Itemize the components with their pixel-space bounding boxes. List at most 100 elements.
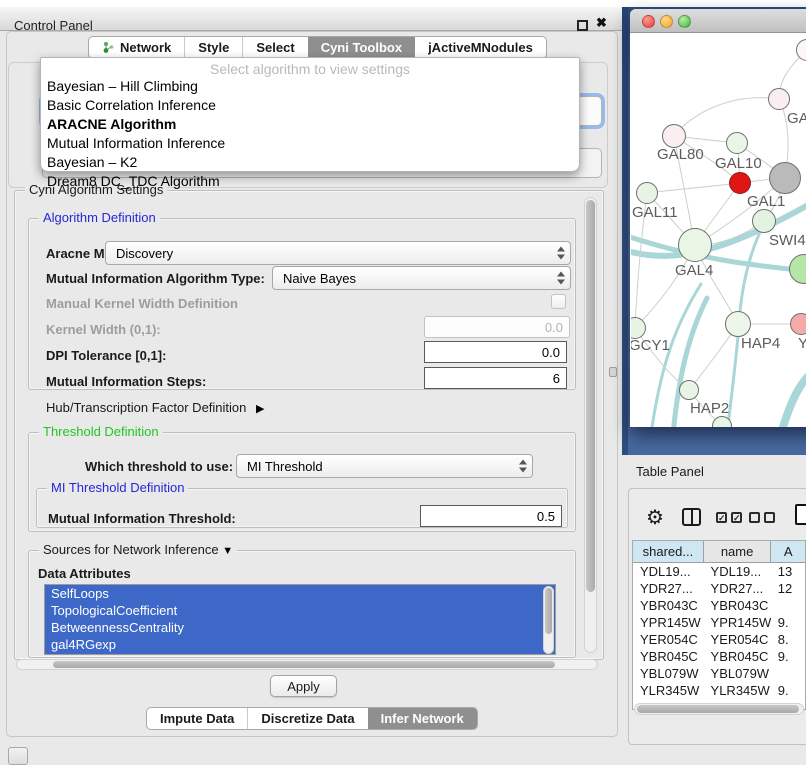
network-node-hap2[interactable] (679, 380, 699, 400)
settings-scrollbar[interactable] (584, 197, 597, 653)
restore-panel-button[interactable] (8, 747, 28, 765)
kernel-width-field[interactable]: 0.0 (424, 316, 570, 338)
zoom-window-icon[interactable] (678, 15, 691, 28)
tab-style[interactable]: Style (184, 37, 242, 58)
network-node-pink[interactable] (790, 313, 806, 335)
tab-infer-network[interactable]: Infer Network (368, 708, 477, 729)
network-icon (102, 41, 115, 54)
network-node-gal1-selected[interactable] (729, 172, 751, 194)
which-threshold-label: Which threshold to use: (85, 459, 233, 474)
popup-placeholder: Select algorithm to view settings (41, 58, 579, 77)
table-row[interactable]: YBR045CYBR045C9. (633, 648, 805, 665)
which-threshold-select[interactable]: MI Threshold (236, 454, 533, 478)
tab-jactivemnodules[interactable]: jActiveMNodules (415, 37, 546, 58)
node-label: HAP4 (741, 335, 780, 352)
settings-hscrollbar[interactable] (16, 659, 598, 670)
gear-icon[interactable]: ⚙ (646, 505, 664, 530)
mi-steps-label: Mutual Information Steps: (46, 374, 206, 389)
column-header-shared-name[interactable]: shared... (633, 541, 704, 563)
table-row[interactable]: YBL079WYBL079W (633, 665, 805, 682)
data-attributes-list[interactable]: SelfLoops TopologicalCoefficient Between… (44, 584, 556, 655)
close-panel-icon[interactable]: ✖ (596, 15, 607, 31)
select-all-checkboxes-icon[interactable]: ✓✓ (716, 512, 742, 523)
node-label: HAP2 (690, 400, 729, 417)
columns-icon[interactable] (682, 508, 701, 526)
tab-network[interactable]: Network (89, 37, 184, 58)
table-row[interactable]: YDL19...YDL19...13 (633, 563, 805, 580)
algorithm-option[interactable]: Dream8 DC_TDC Algorithm (41, 172, 579, 191)
mi-type-label: Mutual Information Algorithm Type: (46, 271, 265, 286)
aracne-mode-select[interactable]: Discovery (105, 241, 571, 265)
algorithm-option[interactable]: Bayesian – K2 (41, 153, 579, 172)
algorithm-option[interactable]: Basic Correlation Inference (41, 96, 579, 115)
attribute-item[interactable]: gal4RGexp (45, 636, 555, 653)
mi-threshold-group-title: MI Threshold Definition (47, 480, 188, 495)
expanded-arrow-icon: ▼ (222, 545, 233, 557)
export-table-icon[interactable] (795, 504, 806, 525)
attribute-item[interactable]: SelfLoops (45, 585, 555, 602)
network-node-swi4[interactable] (752, 209, 776, 233)
column-header-partial[interactable]: A (771, 541, 805, 563)
network-node-gray[interactable] (769, 162, 801, 194)
threshold-group-title: Threshold Definition (39, 424, 163, 439)
list-scrollbar[interactable] (543, 586, 554, 654)
network-node[interactable] (768, 88, 790, 110)
dpi-tolerance-field[interactable]: 0.0 (424, 341, 567, 363)
mi-threshold-field[interactable]: 0.5 (420, 505, 562, 527)
apply-button[interactable]: Apply (270, 675, 337, 697)
stepper-arrows-icon (556, 247, 565, 260)
table-panel-title: Table Panel (636, 464, 704, 479)
network-node-gal4[interactable] (678, 228, 712, 262)
table-row[interactable]: YBR043CYBR043C (633, 597, 805, 614)
table-row[interactable]: YPR145WYPR145W9. (633, 614, 805, 631)
hub-definition-toggle[interactable]: Hub/Transcription Factor Definition ▶ (46, 400, 264, 415)
mi-steps-field[interactable]: 6 (424, 367, 567, 389)
deselect-all-checkboxes-icon[interactable] (749, 512, 775, 523)
tab-discretize-data[interactable]: Discretize Data (247, 708, 367, 729)
tab-cyni-toolbox[interactable]: Cyni Toolbox (308, 37, 415, 58)
algorithm-option[interactable]: Mutual Information Inference (41, 134, 579, 153)
manual-kernel-label: Manual Kernel Width Definition (46, 296, 238, 311)
column-header-name[interactable]: name (704, 541, 771, 563)
kernel-width-label: Kernel Width (0,1): (46, 322, 161, 337)
float-panel-icon[interactable] (577, 20, 588, 31)
tab-impute-data[interactable]: Impute Data (147, 708, 247, 729)
manual-kernel-checkbox[interactable] (551, 294, 566, 309)
algorithm-option-selected[interactable]: ARACNE Algorithm (41, 115, 579, 134)
network-node-gal11[interactable] (636, 182, 658, 204)
table-row[interactable]: YLR345WYLR345W9. (633, 682, 805, 699)
node-table: shared... name A YDL19...YDL19...13 YDR2… (632, 540, 806, 710)
tab-select[interactable]: Select (242, 37, 307, 58)
node-label: GAL1 (747, 193, 785, 210)
sources-group-title[interactable]: Sources for Network Inference ▼ (39, 542, 237, 557)
network-window: GAL GAL80 GAL10 GAL1 GAL11 SWI4 GAL4 GCY… (630, 9, 806, 427)
stepper-arrows-icon (556, 272, 565, 285)
node-label: GAL4 (675, 262, 713, 279)
algorithm-option[interactable]: Bayesian – Hill Climbing (41, 77, 579, 96)
table-hscrollbar[interactable] (634, 703, 804, 715)
network-node-gal10[interactable] (726, 132, 748, 154)
node-label: SWI4 (769, 232, 806, 249)
attribute-item[interactable]: BetweennessCentrality (45, 619, 555, 636)
algorithm-popup: Select algorithm to view settings Bayesi… (40, 57, 580, 172)
network-node-gal80[interactable] (662, 124, 686, 148)
collapsed-arrow-icon: ▶ (256, 403, 264, 415)
mi-threshold-label: Mutual Information Threshold: (48, 511, 236, 526)
close-window-icon[interactable] (642, 15, 655, 28)
control-panel-tabs: Network Style Select Cyni Toolbox jActiv… (88, 36, 547, 59)
cyni-mode-tabs: Impute Data Discretize Data Infer Networ… (146, 707, 478, 730)
table-row[interactable]: YER054CYER054C8. (633, 631, 805, 648)
mi-type-select[interactable]: Naive Bayes (272, 266, 571, 290)
table-row[interactable]: YDR27...YDR27...12 (633, 580, 805, 597)
splitter-handle[interactable] (609, 367, 617, 377)
attribute-item[interactable]: TopologicalCoefficient (45, 602, 555, 619)
node-label: GAL10 (715, 155, 762, 172)
network-window-titlebar[interactable] (630, 9, 806, 33)
desktop-shadow-edge (622, 7, 628, 455)
top-strip (0, 0, 806, 7)
network-node-hap4[interactable] (725, 311, 751, 337)
network-canvas[interactable]: GAL GAL80 GAL10 GAL1 GAL11 SWI4 GAL4 GCY… (631, 34, 806, 427)
control-panel-titlebar: Control Panel ✖ (0, 7, 622, 31)
node-label: Y (798, 335, 806, 352)
minimize-window-icon[interactable] (660, 15, 673, 28)
